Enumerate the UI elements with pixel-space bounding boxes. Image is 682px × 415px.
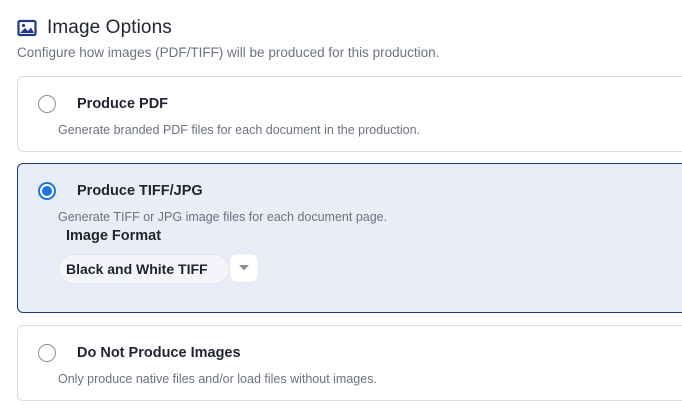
section-header: Image Options [17, 17, 172, 39]
image-options-panel: Image Options Configure how images (PDF/… [0, 0, 682, 415]
section-title: Image Options [47, 17, 172, 38]
option-do-not-produce-images[interactable]: Do Not Produce Images Only produce nativ… [17, 325, 682, 401]
image-format-label: Image Format [66, 228, 162, 244]
option-description: Generate branded PDF files for each docu… [58, 123, 421, 137]
option-produce-pdf[interactable]: Produce PDF Generate branded PDF files f… [17, 76, 682, 152]
radio-produce-pdf[interactable] [38, 95, 56, 113]
image-format-dropdown-button[interactable] [229, 253, 259, 283]
option-description: Only produce native files and/or load fi… [58, 372, 377, 386]
caret-down-icon [238, 259, 250, 277]
option-label: Produce PDF [77, 96, 169, 112]
image-format-select[interactable]: Black and White TIFF [58, 254, 230, 284]
image-icon [17, 18, 37, 38]
image-format-value: Black and White TIFF [66, 261, 208, 277]
radio-do-not-produce-images[interactable] [38, 344, 56, 362]
radio-produce-tiff-jpg[interactable] [38, 182, 56, 200]
option-produce-tiff-jpg[interactable]: Produce TIFF/JPG Generate TIFF or JPG im… [17, 163, 682, 313]
option-label: Produce TIFF/JPG [77, 183, 203, 199]
option-label: Do Not Produce Images [77, 345, 241, 361]
section-subtitle: Configure how images (PDF/TIFF) will be … [17, 45, 440, 60]
option-description: Generate TIFF or JPG image files for eac… [58, 210, 388, 224]
